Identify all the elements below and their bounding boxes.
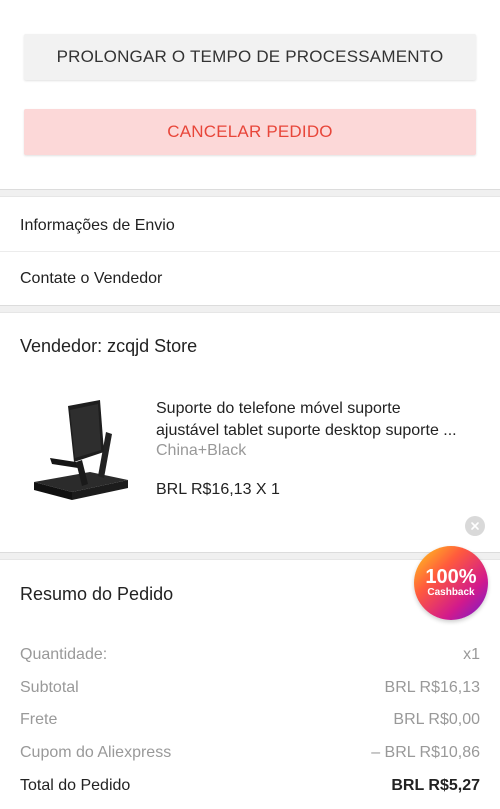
cancel-order-button[interactable]: CANCELAR PEDIDO <box>24 109 476 155</box>
total-label: Total do Pedido <box>20 777 131 794</box>
summary-row-total: Total do Pedido BRL R$5,27 <box>20 777 480 795</box>
cashback-label: Cashback <box>427 587 475 598</box>
product-price: BRL R$16,13 X 1 <box>156 481 280 498</box>
summary-row-shipping: Frete BRL R$0,00 <box>20 711 480 729</box>
product-image[interactable] <box>20 392 136 512</box>
section-divider <box>0 189 500 197</box>
contact-seller-link[interactable]: Contate o Vendedor <box>0 253 500 305</box>
total-value: BRL R$5,27 <box>391 777 480 794</box>
order-summary-title: Resumo do Pedido <box>20 584 174 604</box>
seller-name[interactable]: Vendedor: zcqjd Store <box>20 336 197 357</box>
shipping-info-link[interactable]: Informações de Envio <box>0 200 500 252</box>
product-variant: China+Black <box>156 442 247 459</box>
summary-value: BRL R$16,13 <box>384 679 480 696</box>
shipping-info-label: Informações de Envio <box>20 216 175 234</box>
summary-label: Quantidade: <box>20 646 108 663</box>
order-actions: PROLONGAR O TEMPO DE PROCESSAMENTO CANCE… <box>0 0 500 189</box>
summary-value: x1 <box>463 646 480 663</box>
product-title-line: ajustável tablet suporte desktop suporte… <box>156 422 457 439</box>
summary-row-coupon: Cupom do Aliexpress – BRL R$10,86 <box>20 744 480 762</box>
contact-seller-label: Contate o Vendedor <box>20 270 163 287</box>
product-title-line: Suporte do telefone móvel suporte <box>156 400 401 417</box>
extend-processing-button[interactable]: PROLONGAR O TEMPO DE PROCESSAMENTO <box>24 34 476 80</box>
summary-row-subtotal: Subtotal BRL R$16,13 <box>20 679 480 697</box>
summary-value: BRL R$0,00 <box>393 711 480 728</box>
close-icon[interactable] <box>465 516 485 536</box>
cashback-percent: 100% <box>425 566 477 588</box>
section-divider <box>0 305 500 313</box>
summary-label: Subtotal <box>20 679 79 696</box>
cashback-badge[interactable]: 100% Cashback <box>414 546 488 620</box>
summary-row-quantity: Quantidade: x1 <box>20 646 480 664</box>
summary-label: Cupom do Aliexpress <box>20 744 172 761</box>
product-title[interactable]: Suporte do telefone móvel suporte ajustá… <box>156 398 486 442</box>
summary-value: – BRL R$10,86 <box>371 744 480 761</box>
summary-label: Frete <box>20 711 58 728</box>
